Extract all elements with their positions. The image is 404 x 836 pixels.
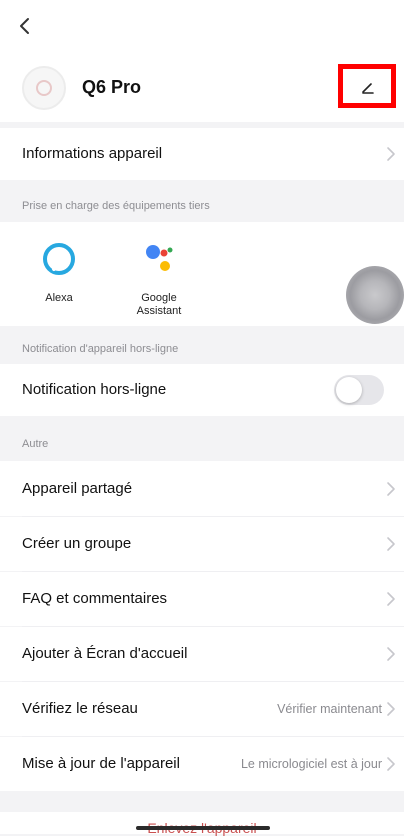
row-offline-notification-label: Notification hors-ligne — [22, 381, 167, 398]
top-bar — [0, 0, 404, 56]
row-shared-device[interactable]: Appareil partagé — [0, 461, 404, 516]
row-add-to-home[interactable]: Ajouter à Écran d'accueil — [0, 627, 404, 681]
chevron-right-icon — [387, 757, 395, 771]
google-assistant-label: Google Assistant — [136, 292, 182, 317]
row-check-network-label: Vérifiez le réseau — [22, 700, 138, 717]
google-assistant-icon — [146, 245, 173, 271]
device-avatar — [22, 66, 66, 110]
chevron-right-icon — [387, 147, 395, 161]
row-device-update-value: Le micrologiciel est à jour — [240, 757, 382, 771]
row-offline-notification: Notification hors-ligne — [0, 364, 404, 416]
device-header: Q6 Pro — [0, 56, 404, 122]
device-name: Q6 Pro — [82, 77, 142, 97]
section-other: Autre — [0, 437, 404, 455]
row-create-group[interactable]: Créer un groupe — [0, 517, 404, 571]
row-device-update-label: Mise à jour de l'appareil — [22, 755, 180, 772]
row-create-group-label: Créer un groupe — [22, 535, 132, 552]
chevron-right-icon — [387, 702, 395, 716]
row-faq-feedback[interactable]: FAQ et commentaires — [0, 572, 404, 626]
chevron-right-icon — [387, 647, 395, 661]
edit-name-button[interactable] — [338, 64, 396, 108]
row-device-info[interactable]: Informations appareil — [0, 128, 404, 180]
row-device-info-label: Informations appareil — [22, 145, 163, 162]
google-assistant-item[interactable]: Google Assistant — [124, 222, 194, 326]
row-faq-feedback-label: FAQ et commentaires — [22, 590, 168, 607]
row-device-update[interactable]: Mise à jour de l'appareil Le micrologici… — [0, 737, 404, 791]
row-shared-device-label: Appareil partagé — [22, 480, 133, 497]
alexa-item[interactable]: Alexa — [24, 222, 94, 326]
back-chevron-icon[interactable] — [14, 14, 38, 38]
section-offline-title: Notification d'appareil hors-ligne — [22, 343, 179, 355]
device-image-icon — [36, 80, 52, 96]
row-check-network[interactable]: Vérifiez le réseau Vérifier maintenant — [0, 682, 404, 736]
pencil-icon — [362, 83, 374, 94]
alexa-label: Alexa — [45, 292, 73, 304]
remove-device-area: Enlevez l'appareil — [0, 812, 404, 836]
row-check-network-value: Vérifier maintenant — [277, 702, 382, 716]
third-party-panel: Alexa Google Assistant — [0, 222, 404, 326]
offline-notification-toggle[interactable] — [334, 375, 384, 405]
chevron-right-icon — [387, 482, 395, 496]
chevron-right-icon — [387, 537, 395, 551]
section-other-title: Autre — [22, 438, 49, 450]
section-third-party: Prise en charge des équipements tiers — [0, 199, 404, 217]
alexa-icon — [43, 243, 75, 275]
assistive-touch-button[interactable] — [346, 266, 404, 324]
section-third-party-title: Prise en charge des équipements tiers — [22, 200, 210, 212]
chevron-right-icon — [387, 592, 395, 606]
toggle-knob — [336, 377, 362, 403]
section-offline: Notification d'appareil hors-ligne — [0, 342, 404, 360]
row-add-to-home-label: Ajouter à Écran d'accueil — [22, 645, 188, 662]
home-indicator — [136, 826, 270, 830]
